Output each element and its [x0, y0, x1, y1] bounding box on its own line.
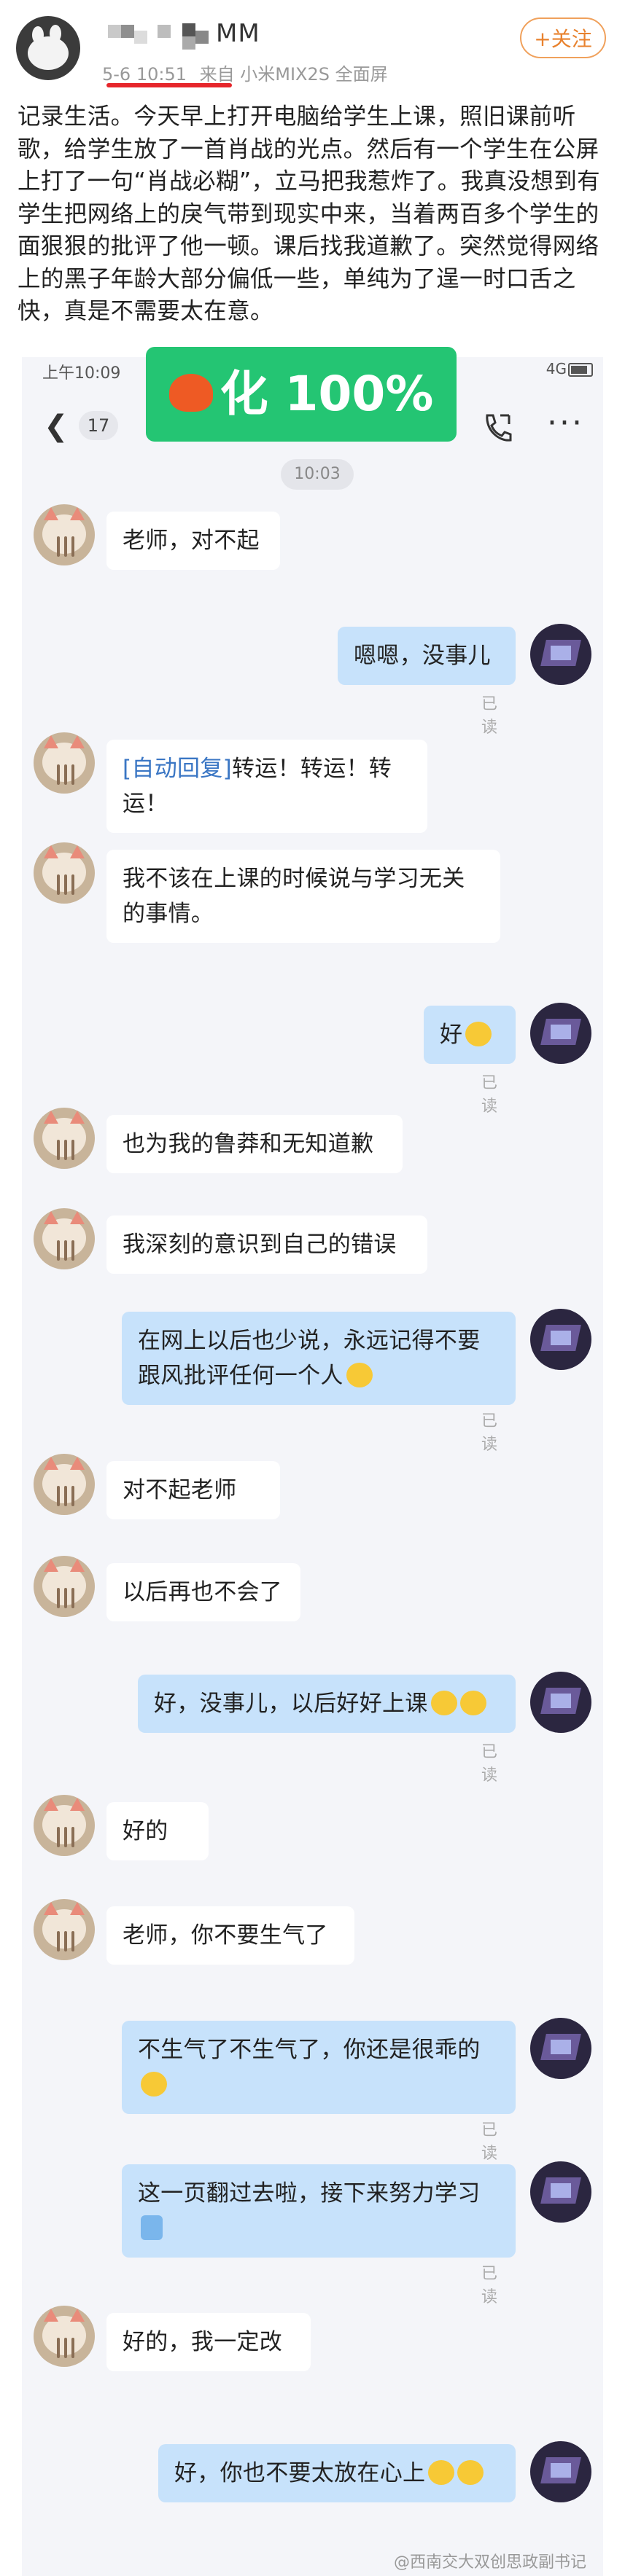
- red-underline: [106, 83, 232, 87]
- smile-emoji-icon: [346, 1362, 373, 1387]
- back-chevron-icon[interactable]: ❮: [44, 410, 69, 443]
- post-text: 记录生活。今天早上打开电脑给学生上课，照旧课前听歌，给学生放了一首肖战的光点。然…: [18, 103, 601, 324]
- teacher-avatar[interactable]: [530, 2441, 591, 2502]
- chat-screenshot: 上午10:09 4G ❮ 17 ··· 10:03 老师，对不起嗯嗯，没事儿已读…: [22, 357, 603, 2576]
- smile-emoji-icon: [465, 1021, 492, 1046]
- smile-emoji-icon: [428, 2459, 455, 2485]
- battery-icon: [568, 363, 593, 377]
- network-indicator: 4G: [546, 360, 567, 377]
- student-avatar[interactable]: [34, 1454, 95, 1515]
- teacher-avatar[interactable]: [530, 624, 591, 685]
- username-mosaic: [95, 20, 233, 52]
- student-avatar[interactable]: [34, 1899, 95, 1960]
- watermark: @西南交大双创思政副书记: [394, 2553, 587, 2572]
- student-avatar[interactable]: [34, 2306, 95, 2367]
- post-time: 5-6 10:51: [102, 64, 187, 85]
- auto-reply-tag: [自动回复]: [123, 756, 232, 782]
- teacher-message-bubble[interactable]: 在网上以后也少说，永远记得不要跟风批评任何一个人: [122, 1312, 516, 1405]
- message-text: 嗯嗯，没事儿: [354, 643, 491, 669]
- student-avatar[interactable]: [34, 842, 95, 904]
- teacher-avatar[interactable]: [530, 2161, 591, 2223]
- shrimp-icon: [168, 373, 213, 412]
- read-receipt: 已读: [481, 1412, 498, 1454]
- student-message-bubble[interactable]: 以后再也不会了: [106, 1563, 300, 1621]
- message-text: 也为我的鲁莽和无知道歉: [123, 1131, 374, 1157]
- thumbs-up-emoji-icon: [141, 2215, 163, 2240]
- more-options-icon[interactable]: ···: [547, 407, 584, 439]
- student-message-bubble[interactable]: 对不起老师: [106, 1461, 280, 1519]
- student-avatar[interactable]: [34, 504, 95, 565]
- read-receipt: 已读: [481, 695, 498, 737]
- overlay-banner: 化 100%: [146, 347, 457, 442]
- message-text: 不生气了不生气了，你还是很乖的: [138, 2037, 481, 2063]
- message-text: 好的: [123, 1818, 168, 1844]
- student-avatar[interactable]: [34, 1208, 95, 1269]
- student-message-bubble[interactable]: 我不该在上课的时候说与学习无关的事情。: [106, 850, 500, 943]
- message-text: 好，没事儿，以后好好上课: [154, 1691, 428, 1717]
- smile-emoji-icon: [459, 1690, 486, 1715]
- message-text: 以后再也不会了: [123, 1579, 283, 1605]
- student-message-bubble[interactable]: 好的，我一定改: [106, 2313, 311, 2371]
- smile-emoji-icon: [457, 2459, 484, 2485]
- message-text: 好: [440, 1022, 463, 1048]
- post-header: MM 5-6 10:51 来自 小米MIX2S 全面屏 +关注: [0, 0, 625, 91]
- teacher-avatar[interactable]: [530, 1003, 591, 1064]
- student-avatar[interactable]: [34, 1108, 95, 1169]
- teacher-avatar[interactable]: [530, 2018, 591, 2079]
- teacher-message-bubble[interactable]: 好，没事儿，以后好好上课: [138, 1675, 516, 1733]
- student-message-bubble[interactable]: [自动回复]转运！转运！转运！: [106, 740, 427, 833]
- message-text: 我不该在上课的时候说与学习无关的事情。: [123, 866, 465, 927]
- student-message-bubble[interactable]: 老师，你不要生气了: [106, 1906, 354, 1965]
- username[interactable]: MM: [216, 19, 260, 48]
- student-message-bubble[interactable]: 我深刻的意识到自己的错误: [106, 1215, 427, 1274]
- teacher-message-bubble[interactable]: 好: [424, 1006, 516, 1064]
- overlay-text: 化 100%: [220, 366, 434, 422]
- message-text: 老师，你不要生气了: [123, 1922, 328, 1949]
- user-avatar[interactable]: [16, 16, 80, 80]
- message-text: 对不起老师: [123, 1477, 237, 1503]
- unread-count-badge[interactable]: 17: [79, 411, 118, 440]
- message-text: 在网上以后也少说，永远记得不要跟风批评任何一个人: [138, 1328, 481, 1389]
- smile-emoji-icon: [141, 2071, 167, 2097]
- message-text: 好的，我一定改: [123, 2329, 283, 2355]
- teacher-message-bubble[interactable]: 这一页翻过去啦，接下来努力学习: [122, 2164, 516, 2258]
- teacher-message-bubble[interactable]: 好，你也不要太放在心上: [158, 2444, 516, 2502]
- student-message-bubble[interactable]: 老师，对不起: [106, 512, 280, 570]
- read-receipt: 已读: [481, 2265, 498, 2306]
- message-text: 我深刻的意识到自己的错误: [123, 1232, 397, 1258]
- student-avatar[interactable]: [34, 732, 95, 794]
- student-avatar[interactable]: [34, 1556, 95, 1617]
- post-source: 来自 小米MIX2S 全面屏: [199, 64, 388, 85]
- student-avatar[interactable]: [34, 1795, 95, 1856]
- chat-timestamp: 10:03: [281, 459, 354, 490]
- status-time: 上午10:09: [42, 364, 121, 383]
- post-meta: 5-6 10:51 来自 小米MIX2S 全面屏: [102, 60, 388, 85]
- smile-emoji-icon: [430, 1690, 457, 1715]
- message-text: 好，你也不要太放在心上: [174, 2460, 426, 2486]
- read-receipt: 已读: [481, 1074, 498, 1116]
- teacher-avatar[interactable]: [530, 1672, 591, 1733]
- phone-call-icon[interactable]: [480, 411, 513, 445]
- read-receipt: 已读: [481, 1743, 498, 1785]
- teacher-message-bubble[interactable]: 嗯嗯，没事儿: [338, 627, 516, 685]
- teacher-message-bubble[interactable]: 不生气了不生气了，你还是很乖的: [122, 2021, 516, 2114]
- message-text: 老师，对不起: [123, 528, 260, 554]
- teacher-avatar[interactable]: [530, 1309, 591, 1370]
- student-message-bubble[interactable]: 好的: [106, 1802, 209, 1860]
- read-receipt: 已读: [481, 2121, 498, 2163]
- follow-button[interactable]: +关注: [520, 17, 606, 58]
- message-text: 这一页翻过去啦，接下来努力学习: [138, 2180, 481, 2207]
- student-message-bubble[interactable]: 也为我的鲁莽和无知道歉: [106, 1115, 403, 1173]
